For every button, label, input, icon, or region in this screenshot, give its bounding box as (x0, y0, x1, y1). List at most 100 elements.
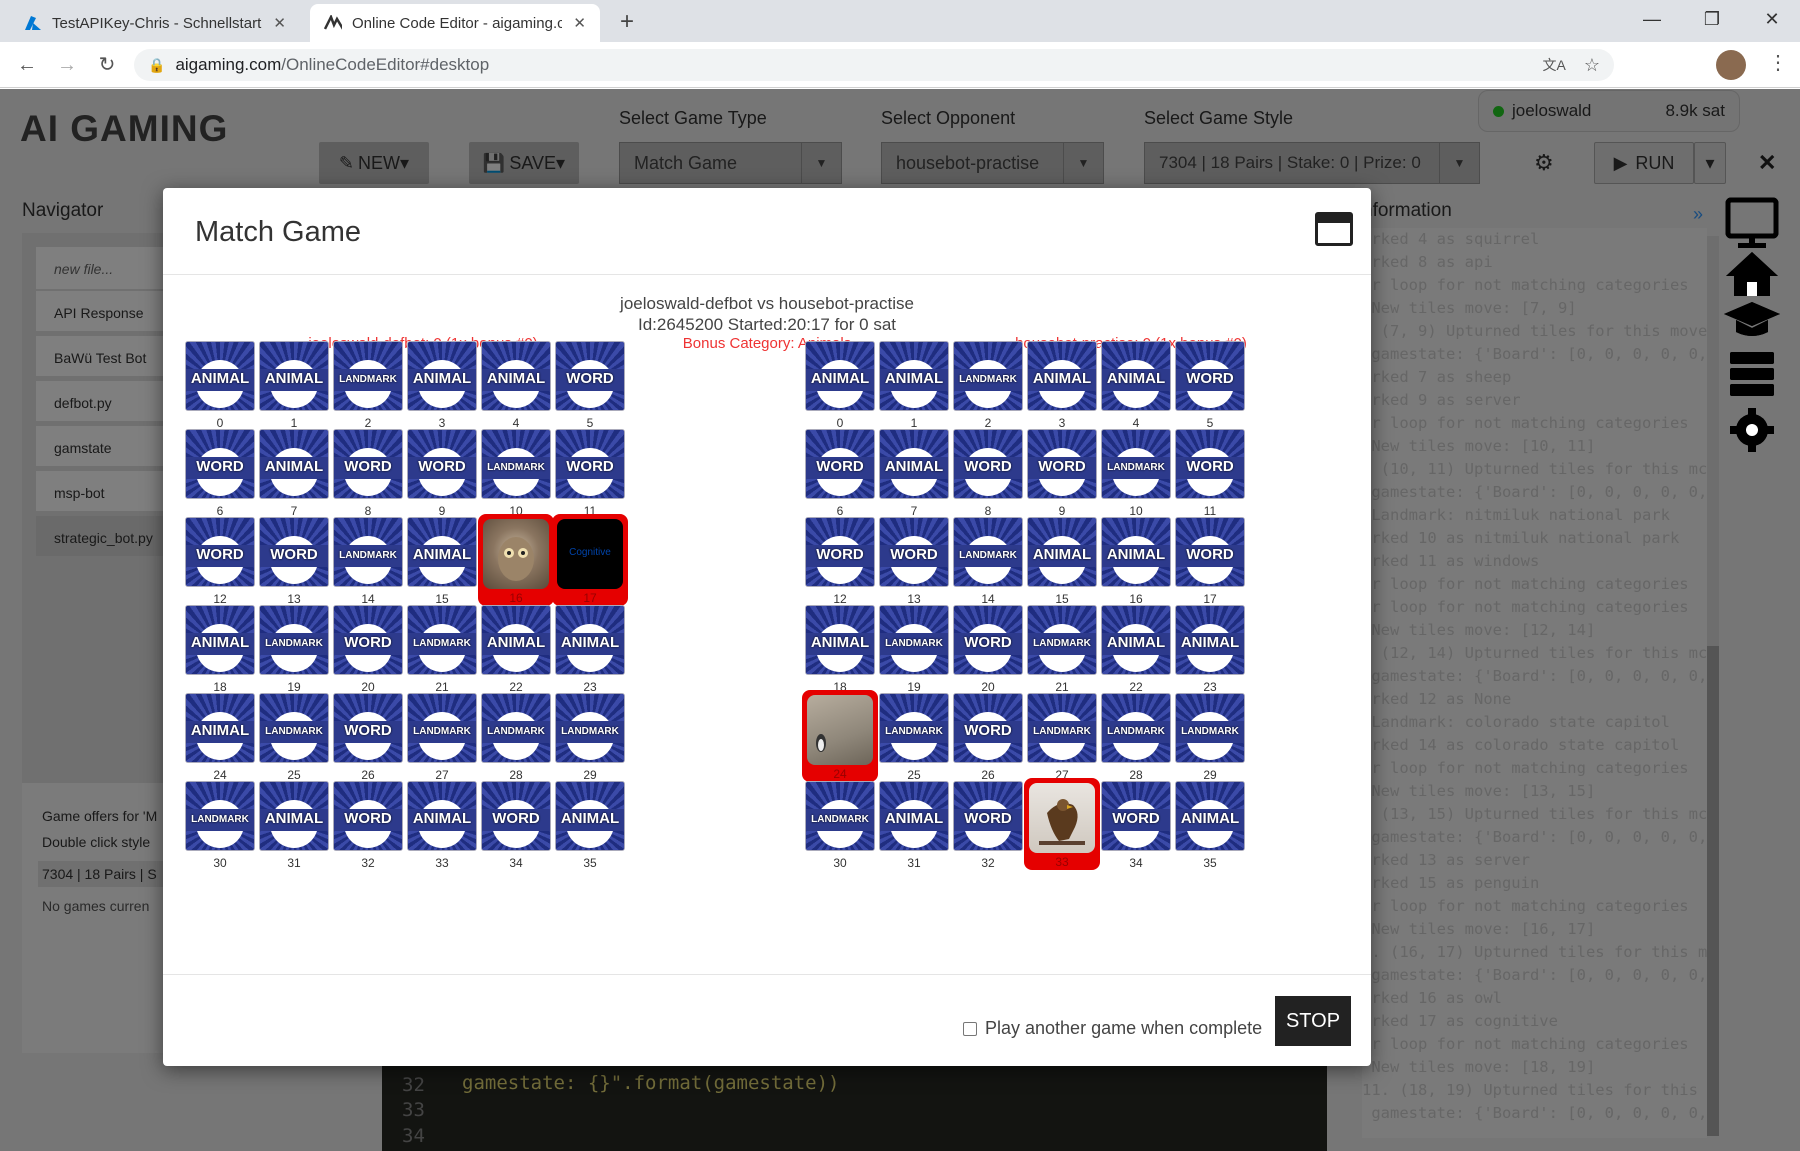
maximize-icon[interactable] (1315, 212, 1353, 246)
tile-face-down[interactable]: LANDMARK (407, 693, 477, 763)
tile-face-down[interactable]: WORD (805, 429, 875, 499)
tile-face-down[interactable]: WORD (407, 429, 477, 499)
reload-icon[interactable]: ↻ (92, 50, 122, 80)
tile-face-down[interactable]: ANIMAL (805, 605, 875, 675)
tile-upturned-cognitive[interactable]: Cognitive 17 (552, 514, 628, 606)
url-field[interactable]: 🔒 aigaming.com/OnlineCodeEditor#desktop … (134, 49, 1614, 81)
tile-face-down[interactable]: WORD (1175, 429, 1245, 499)
tile-face-down[interactable]: ANIMAL (879, 781, 949, 851)
tile-face-down[interactable]: ANIMAL (879, 429, 949, 499)
tile-face-down[interactable]: LANDMARK (259, 693, 329, 763)
tile-face-down[interactable]: LANDMARK (185, 781, 255, 851)
close-icon[interactable]: ✕ (1758, 150, 1776, 176)
tile-face-down[interactable]: LANDMARK (481, 429, 551, 499)
new-tab-icon[interactable]: + (620, 8, 634, 36)
tile-face-down[interactable]: WORD (953, 693, 1023, 763)
tile-face-down[interactable]: ANIMAL (407, 341, 477, 411)
tile-face-down[interactable]: WORD (1027, 429, 1097, 499)
tile-upturned-eagle[interactable]: 33 (1024, 778, 1100, 870)
tile-face-down[interactable]: ANIMAL (481, 605, 551, 675)
tile-face-down[interactable]: LANDMARK (1027, 693, 1097, 763)
tile-face-down[interactable]: ANIMAL (407, 517, 477, 587)
translate-icon[interactable]: 文A (1543, 55, 1566, 75)
tile-face-down[interactable]: WORD (879, 517, 949, 587)
tile-face-down[interactable]: WORD (555, 341, 625, 411)
tile-face-down[interactable]: WORD (481, 781, 551, 851)
tile-face-down[interactable]: LANDMARK (879, 605, 949, 675)
tile-face-down[interactable]: ANIMAL (1101, 341, 1171, 411)
tile-face-down[interactable]: LANDMARK (1101, 693, 1171, 763)
tile-face-down[interactable]: ANIMAL (185, 605, 255, 675)
tile-face-down[interactable]: ANIMAL (555, 781, 625, 851)
tile-face-down[interactable]: WORD (953, 429, 1023, 499)
tile-face-down[interactable]: ANIMAL (259, 429, 329, 499)
tile-face-down[interactable]: ANIMAL (259, 341, 329, 411)
minimize-icon[interactable]: — (1632, 6, 1672, 32)
tile-face-down[interactable]: LANDMARK (805, 781, 875, 851)
tile-face-down[interactable]: LANDMARK (481, 693, 551, 763)
tile-face-down[interactable]: WORD (953, 781, 1023, 851)
tile-face-down[interactable]: WORD (259, 517, 329, 587)
tile-face-down[interactable]: LANDMARK (879, 693, 949, 763)
tile-number: 14 (981, 592, 995, 606)
profile-avatar[interactable] (1716, 50, 1746, 80)
tile-face-down[interactable]: ANIMAL (1175, 781, 1245, 851)
tile-face-down[interactable]: ANIMAL (185, 341, 255, 411)
tile-upturned-owl[interactable]: 16 (478, 514, 554, 606)
tile-face-down[interactable]: LANDMARK (333, 517, 403, 587)
tile-face-down[interactable]: WORD (333, 693, 403, 763)
restore-icon[interactable]: ❐ (1692, 6, 1732, 32)
tile-face-down[interactable]: WORD (555, 429, 625, 499)
back-icon[interactable]: ← (12, 50, 42, 80)
close-tab-icon[interactable]: ✕ (573, 14, 586, 32)
bookmark-star-icon[interactable]: ☆ (1584, 55, 1600, 76)
tile-face-down[interactable]: WORD (333, 605, 403, 675)
tile-face-down[interactable]: ANIMAL (879, 341, 949, 411)
tile-face-down[interactable]: WORD (185, 517, 255, 587)
tile-face-down[interactable]: LANDMARK (1101, 429, 1171, 499)
play-again-checkbox[interactable]: Play another game when complete (963, 1018, 1262, 1039)
tile-category-label: WORD (964, 810, 1012, 827)
tile-face-down[interactable]: LANDMARK (1175, 693, 1245, 763)
tile-number: 7 (910, 504, 918, 518)
tile-face-down[interactable]: ANIMAL (407, 781, 477, 851)
tile-number: 25 (907, 768, 921, 782)
tile-face-down[interactable]: ANIMAL (259, 781, 329, 851)
browser-tab-editor[interactable]: Online Code Editor - aigaming.co ✕ (310, 4, 600, 42)
tile-face-down[interactable]: LANDMARK (555, 693, 625, 763)
checkbox-icon[interactable] (963, 1021, 977, 1036)
tile-face-down[interactable]: ANIMAL (185, 693, 255, 763)
tile-face-down[interactable]: WORD (953, 605, 1023, 675)
tile-number: 5 (586, 416, 594, 430)
eagle-image (1029, 783, 1095, 853)
tile-face-down[interactable]: WORD (805, 517, 875, 587)
tile-face-down[interactable]: WORD (333, 429, 403, 499)
tile-face-down[interactable]: LANDMARK (407, 605, 477, 675)
tile-face-down[interactable]: ANIMAL (1027, 341, 1097, 411)
menu-dots-icon[interactable]: ⋮ (1768, 50, 1788, 75)
tile-face-down[interactable]: ANIMAL (805, 341, 875, 411)
tile-face-down[interactable]: LANDMARK (333, 341, 403, 411)
tile-face-down[interactable]: ANIMAL (481, 341, 551, 411)
stop-button[interactable]: STOP (1275, 996, 1351, 1046)
tile-face-down[interactable]: WORD (185, 429, 255, 499)
tile-face-down[interactable]: LANDMARK (1027, 605, 1097, 675)
tile-face-down[interactable]: WORD (1175, 517, 1245, 587)
tile-face-down[interactable]: ANIMAL (1101, 517, 1171, 587)
tile-face-down[interactable]: LANDMARK (259, 605, 329, 675)
close-window-icon[interactable]: ✕ (1752, 6, 1792, 32)
tile-face-down[interactable]: ANIMAL (1101, 605, 1171, 675)
tile-face-down[interactable]: WORD (1101, 781, 1171, 851)
close-tab-icon[interactable]: ✕ (273, 14, 286, 32)
tile-face-down[interactable]: LANDMARK (953, 341, 1023, 411)
tile-face-down[interactable]: LANDMARK (953, 517, 1023, 587)
tile-number: 8 (364, 504, 372, 518)
tile-face-down[interactable]: WORD (1175, 341, 1245, 411)
tile-upturned-penguin[interactable]: 24 (802, 690, 878, 782)
tile-face-down[interactable]: WORD (333, 781, 403, 851)
tile-face-down[interactable]: ANIMAL (1027, 517, 1097, 587)
forward-icon[interactable]: → (52, 50, 82, 80)
browser-tab-azure[interactable]: TestAPIKey-Chris - Schnellstart - ✕ (10, 4, 300, 42)
tile-face-down[interactable]: ANIMAL (555, 605, 625, 675)
tile-face-down[interactable]: ANIMAL (1175, 605, 1245, 675)
